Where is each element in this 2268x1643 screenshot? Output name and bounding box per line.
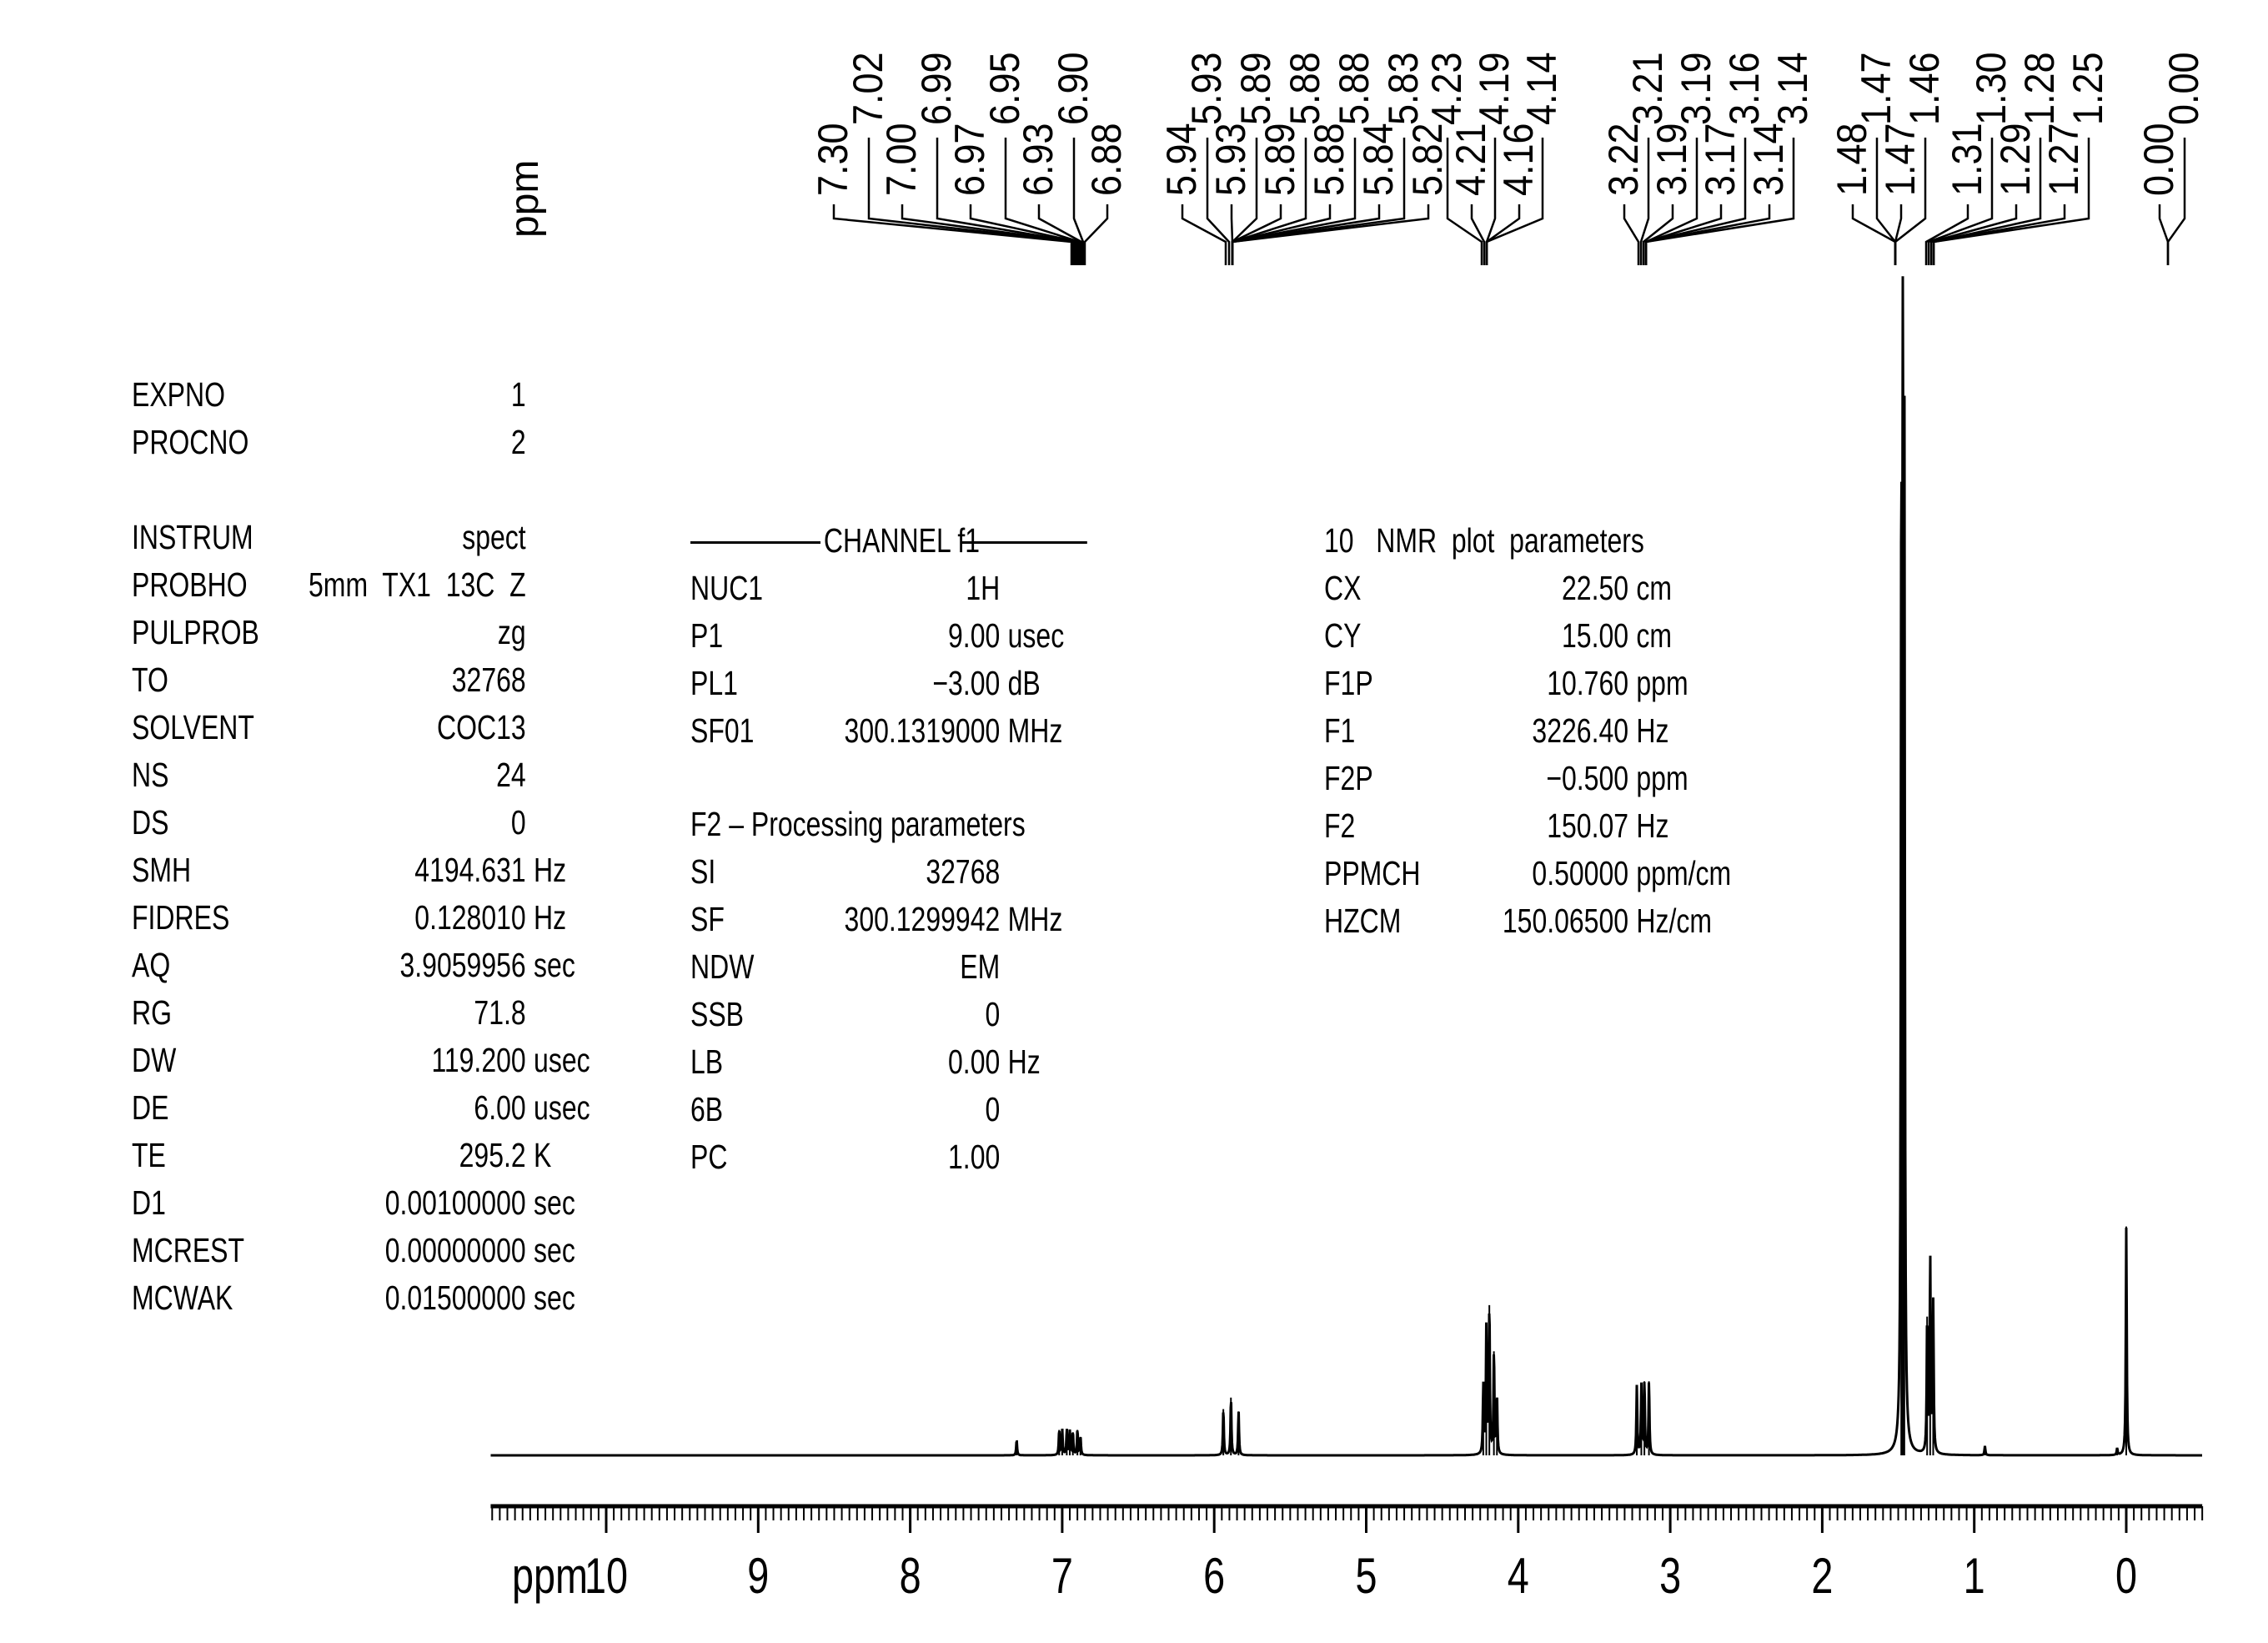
- peak-shift-label: 6.99: [914, 52, 961, 125]
- peak-label-group: 7.307.027.006.996.976.956.936.906.88: [810, 52, 1131, 265]
- peak-shift-label: 5.84: [1356, 123, 1402, 196]
- peak-shift-label: 1.31: [1944, 123, 1991, 196]
- peak-shift-label: 4.19: [1472, 52, 1518, 125]
- peak-shift-label: 1.29: [1993, 123, 2040, 196]
- peak-shift-label: 5.88: [1332, 52, 1378, 125]
- peak-shift-label: 7.30: [810, 123, 857, 196]
- x-tick-label: 4: [1508, 1548, 1529, 1604]
- peak-label-group: 1.311.301.291.281.271.25: [1924, 52, 2112, 265]
- peak-shift-label: 1.46: [1902, 52, 1949, 125]
- peak-shift-label: 1.47: [1878, 123, 1924, 196]
- nmr-spectrum-chart: 7.307.027.006.996.976.956.936.906.88 5.94…: [490, 52, 2208, 1604]
- x-tick-label: 5: [1355, 1548, 1377, 1604]
- peak-shift-label: 3.22: [1601, 123, 1648, 196]
- peak-shift-label: 1.28: [2017, 52, 2064, 125]
- peak-shift-label: 3.14: [1770, 52, 1817, 125]
- x-tick-label: 9: [747, 1548, 769, 1604]
- peak-shift-label: 5.88: [1282, 52, 1329, 125]
- peak-leader-line: [1083, 204, 1109, 265]
- peak-shift-label: 5.83: [1381, 52, 1428, 125]
- spectrum-trace-layer: [490, 276, 2202, 1457]
- peak-leader-line: [2158, 204, 2170, 265]
- peak-shift-label: 5.89: [1257, 123, 1304, 196]
- x-tick-label: 7: [1051, 1548, 1073, 1604]
- peak-shift-label: 6.97: [947, 123, 994, 196]
- peak-shift-label: 3.16: [1722, 52, 1769, 125]
- peak-shift-label: 5.89: [1233, 52, 1280, 125]
- peak-shift-label: 3.19: [1673, 52, 1720, 125]
- peak-shift-label: 4.14: [1519, 52, 1566, 125]
- peak-shift-label: 6.88: [1084, 123, 1131, 196]
- peak-shift-label: 0.00: [2161, 52, 2208, 125]
- peak-shift-label: 0.00: [2136, 123, 2183, 196]
- peak-shift-label: 1.27: [2041, 123, 2088, 196]
- peak-label-group: 3.223.213.193.193.173.163.143.14: [1601, 52, 1817, 265]
- peak-shift-label: 1.30: [1969, 52, 2015, 125]
- peak-shift-label: 4.16: [1496, 123, 1543, 196]
- peak-leader-line: [1644, 204, 1771, 265]
- x-tick-label: 3: [1659, 1548, 1681, 1604]
- x-axis: 10 9 8 7 6 5 4 3 2 1 0ppm: [490, 1504, 2204, 1604]
- spectrum-trace: [490, 276, 2202, 1457]
- x-tick-label: 10: [585, 1548, 628, 1604]
- x-tick-label: 8: [900, 1548, 921, 1604]
- peak-leader-line: [1623, 204, 1640, 265]
- x-tick-label: 1: [1964, 1548, 1985, 1604]
- x-axis-unit-label: ppm: [512, 1548, 588, 1604]
- peak-shift-label: 5.88: [1307, 123, 1353, 196]
- peak-shift-label: 5.82: [1405, 123, 1452, 196]
- peak-shift-label: 5.94: [1159, 123, 1206, 196]
- peak-shift-label: 3.14: [1746, 123, 1793, 196]
- peak-shift-label: 7.00: [879, 123, 926, 196]
- peak-shift-label: 4.21: [1448, 123, 1495, 196]
- peak-shift-label: 5.93: [1184, 52, 1231, 125]
- peak-shift-label: 6.90: [1051, 52, 1097, 125]
- peak-shift-label: 7.02: [845, 52, 892, 125]
- peak-label-layer: 7.307.027.006.996.976.956.936.906.88 5.94…: [810, 52, 2208, 265]
- x-tick-label: 6: [1203, 1548, 1225, 1604]
- peak-shift-label: 1.48: [1829, 123, 1876, 196]
- peak-shift-label: 3.17: [1698, 123, 1744, 196]
- peak-label-group: 0.000.00: [2136, 52, 2208, 265]
- peak-shift-label: 3.21: [1625, 52, 1672, 125]
- peak-label-group: 1.481.471.471.46: [1829, 52, 1949, 265]
- x-tick-label: 2: [1811, 1548, 1833, 1604]
- peak-label-group: 5.945.935.935.895.895.885.885.885.845.83…: [1159, 52, 1452, 265]
- peak-shift-label: 5.93: [1208, 123, 1255, 196]
- peak-shift-label: 1.47: [1854, 52, 1900, 125]
- peak-shift-label: 1.25: [2065, 52, 2112, 125]
- peak-shift-label: 3.19: [1649, 123, 1696, 196]
- peak-shift-label: 4.23: [1424, 52, 1471, 125]
- peak-shift-label: 6.93: [1016, 123, 1062, 196]
- x-tick-label: 0: [2115, 1548, 2137, 1604]
- peak-leader-line: [1181, 204, 1227, 265]
- peak-shift-label: 6.95: [982, 52, 1029, 125]
